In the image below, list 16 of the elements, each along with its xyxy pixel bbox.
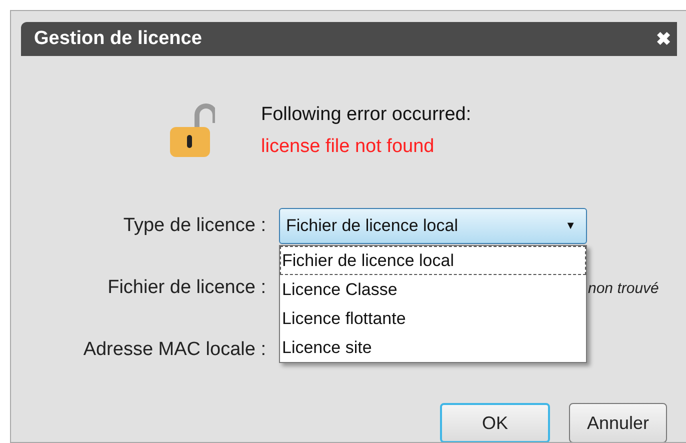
- ok-button[interactable]: OK: [440, 403, 550, 442]
- field-label: Adresse MAC locale :: [82, 339, 266, 361]
- close-button[interactable]: ✖: [656, 28, 671, 50]
- window-title: Gestion de licence: [34, 28, 202, 50]
- license-type-dropdown[interactable]: Fichier de licence local ▼: [279, 208, 587, 244]
- file-status: non trouvé: [588, 280, 660, 296]
- padlock-icon: [169, 103, 215, 159]
- dropdown-option[interactable]: Licence Classe: [280, 275, 586, 304]
- dropdown-option[interactable]: Licence flottante: [280, 304, 586, 333]
- dropdown-option[interactable]: Fichier de licence local: [280, 246, 586, 275]
- field-label: Type de licence :: [122, 215, 266, 237]
- cancel-button[interactable]: Annuler: [569, 403, 667, 442]
- error-message: license file not found: [261, 136, 436, 158]
- error-heading: Following error occurred:: [261, 104, 472, 126]
- dropdown-option[interactable]: Licence site: [280, 333, 586, 362]
- field-label: Fichier de licence :: [106, 277, 266, 299]
